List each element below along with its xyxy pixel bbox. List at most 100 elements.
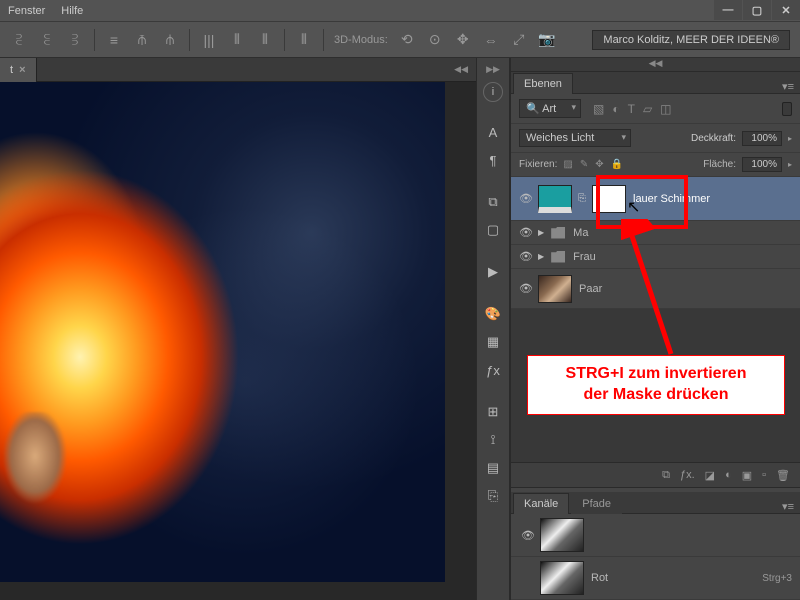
channel-thumb	[540, 518, 584, 552]
layers-tab[interactable]: Ebenen	[513, 73, 573, 94]
delete-layer-icon[interactable]: 🗑	[776, 469, 790, 482]
camera-icon[interactable]: 📷	[538, 31, 556, 49]
align-icon[interactable]: ⫔	[10, 31, 28, 49]
info-panel-icon[interactable]: i	[483, 82, 503, 102]
layer-filter-dropdown[interactable]: 🔍 Art	[519, 99, 581, 118]
character-panel-icon[interactable]: A	[480, 120, 506, 144]
window-controls: — ▢ ✕	[713, 0, 800, 20]
channels-tab[interactable]: Kanäle	[513, 493, 569, 514]
layer-row-blauer-schimmer[interactable]: 👁 ⎘ lauer Schimmer	[511, 177, 800, 221]
paths-tab[interactable]: Pfade	[571, 493, 622, 514]
filter-smart-icon[interactable]: ◫	[660, 102, 671, 116]
visibility-toggle-icon[interactable]: 👁	[519, 529, 537, 542]
layer-thumb[interactable]	[538, 185, 572, 213]
link-icon: ⎘	[578, 193, 586, 204]
distribute-icon[interactable]: ≡	[105, 31, 123, 49]
layer-row-group-frau[interactable]: 👁 ▶ Frau	[511, 245, 800, 269]
new-layer-icon[interactable]: ▫	[762, 469, 766, 481]
layer-name[interactable]: lauer Schimmer	[633, 193, 710, 205]
lock-transparent-icon[interactable]: ▨	[563, 159, 572, 170]
visibility-toggle-icon[interactable]: 👁	[517, 192, 535, 205]
color-panel-icon[interactable]: 🎨	[480, 302, 506, 326]
swatches-panel-icon[interactable]: ⧉	[480, 190, 506, 214]
document-tab[interactable]: t ×	[0, 58, 37, 82]
expand-group-icon[interactable]: ▶	[538, 252, 544, 261]
distribute-icon[interactable]: ⫚	[133, 31, 151, 49]
collapse-panels-icon[interactable]: ◀◀	[446, 64, 476, 75]
distribute-icon[interactable]: ⦀	[295, 31, 313, 49]
channel-shortcut: Strg+3	[762, 573, 792, 584]
layers-footer: ⧉ ƒx. ◪ ◐ ▣ ▫ 🗑	[511, 462, 800, 488]
layer-name[interactable]: Ma	[573, 227, 588, 239]
measure-panel-icon[interactable]: ⟟	[480, 428, 506, 452]
scale-icon[interactable]: ⤢	[510, 31, 528, 49]
lock-pixels-icon[interactable]: ✎	[580, 159, 588, 170]
panel-menu-icon[interactable]: ▾≡	[776, 500, 800, 513]
fill-input[interactable]: 100%	[742, 157, 782, 172]
pan-icon[interactable]: ✥	[454, 31, 472, 49]
paragraph-panel-icon[interactable]: ¶	[480, 148, 506, 172]
menu-fenster[interactable]: Fenster	[8, 5, 45, 17]
adjustment-layer-icon[interactable]: ◐	[725, 469, 732, 481]
add-mask-icon[interactable]: ◪	[705, 469, 715, 482]
navigator-panel-icon[interactable]: ⊞	[480, 400, 506, 424]
canvas[interactable]	[0, 82, 476, 600]
layer-row-group-ma[interactable]: 👁 ▶ Ma	[511, 221, 800, 245]
visibility-toggle-icon[interactable]: 👁	[517, 250, 535, 263]
link-layers-icon[interactable]: ⧉	[662, 469, 670, 482]
filter-type-icon[interactable]: T	[628, 102, 635, 116]
clone-panel-icon[interactable]: ⎘	[480, 484, 506, 508]
folder-icon	[551, 227, 565, 239]
expand-group-icon[interactable]: ▶	[538, 228, 544, 237]
align-icon[interactable]: ⫖	[66, 31, 84, 49]
libraries-panel-icon[interactable]: ▦	[480, 330, 506, 354]
collapse-panels-icon[interactable]: ◀◀	[511, 58, 800, 72]
layer-mask-thumb[interactable]	[592, 185, 626, 213]
blend-mode-dropdown[interactable]: Weiches Licht	[519, 129, 631, 147]
notes-panel-icon[interactable]: ▤	[480, 456, 506, 480]
filter-adjust-icon[interactable]: ◐	[612, 102, 619, 116]
channel-row-rot[interactable]: 👁 Rot Strg+3	[511, 557, 800, 600]
visibility-toggle-icon[interactable]: 👁	[517, 282, 535, 295]
layer-thumb[interactable]	[538, 275, 572, 303]
distribute-icon[interactable]: ⫛	[161, 31, 179, 49]
orbit-icon[interactable]: ⟲	[398, 31, 416, 49]
layer-name[interactable]: Paar	[579, 283, 602, 295]
roll-icon[interactable]: ⊙	[426, 31, 444, 49]
adjustments-panel-icon[interactable]: ▢	[480, 218, 506, 242]
fx-icon[interactable]: ƒx.	[680, 469, 695, 481]
opacity-label: Deckkraft:	[691, 133, 736, 144]
lock-all-icon[interactable]: 🔒	[611, 159, 623, 170]
channel-row-rgb[interactable]: 👁	[511, 514, 800, 557]
filter-toggle[interactable]	[782, 102, 792, 116]
channel-name: Rot	[591, 572, 608, 584]
layer-row-paar[interactable]: 👁 Paar	[511, 269, 800, 309]
layer-list: 👁 ⎘ lauer Schimmer 👁 ▶ Ma 👁 ▶ Frau	[511, 177, 800, 309]
align-icon[interactable]: ⫕	[38, 31, 56, 49]
expand-dock-icon[interactable]: ▶▶	[486, 64, 500, 78]
close-window-button[interactable]: ✕	[772, 0, 800, 20]
actions-panel-icon[interactable]: ▶	[480, 260, 506, 284]
minimize-button[interactable]: —	[714, 0, 742, 20]
distribute-icon[interactable]: ⦀	[228, 31, 246, 49]
visibility-toggle-icon[interactable]: 👁	[517, 226, 535, 239]
filter-pixel-icon[interactable]: ▧	[593, 102, 604, 116]
distribute-icon[interactable]: |||	[200, 31, 218, 49]
filter-shape-icon[interactable]: ▱	[643, 102, 652, 116]
slide-icon[interactable]: ⇔	[482, 31, 500, 49]
maximize-button[interactable]: ▢	[743, 0, 771, 20]
close-tab-icon[interactable]: ×	[19, 64, 25, 76]
opacity-input[interactable]: 100%	[742, 131, 782, 146]
mode-label: 3D-Modus:	[334, 34, 388, 46]
new-group-icon[interactable]: ▣	[742, 469, 752, 482]
fill-slider-icon[interactable]: ▸	[788, 160, 792, 169]
distribute-icon[interactable]: ⦀	[256, 31, 274, 49]
menu-hilfe[interactable]: Hilfe	[61, 5, 83, 17]
channels-panel: Kanäle Pfade ▾≡ 👁 👁 Rot Strg+3	[511, 492, 800, 600]
lock-position-icon[interactable]: ✥	[595, 159, 603, 170]
opacity-slider-icon[interactable]: ▸	[788, 134, 792, 143]
workspace-dropdown[interactable]: Marco Kolditz, MEER DER IDEEN®	[592, 30, 790, 50]
layer-name[interactable]: Frau	[573, 251, 596, 263]
panel-menu-icon[interactable]: ▾≡	[776, 80, 800, 93]
styles-panel-icon[interactable]: ƒx	[480, 358, 506, 382]
